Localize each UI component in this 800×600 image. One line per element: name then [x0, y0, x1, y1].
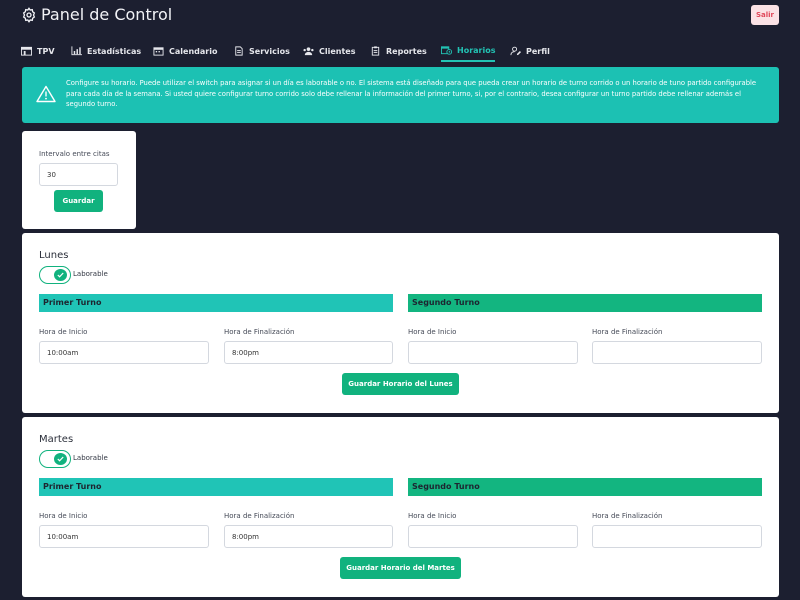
user-edit-icon [510, 46, 521, 56]
document-icon [235, 46, 243, 56]
laborable-label: Laborable [73, 454, 108, 462]
save-martes-button[interactable]: Guardar Horario del Martes [340, 557, 461, 579]
check-icon [57, 456, 64, 462]
day-title: Lunes [39, 250, 69, 261]
intervalo-card: Intervalo entre citas Guardar [22, 131, 136, 229]
segundo-fin-input[interactable] [592, 341, 762, 364]
nav-label: Estadísticas [87, 46, 142, 56]
primer-inicio-label: Hora de Inicio [39, 512, 88, 520]
segundo-turno-header: Segundo Turno [408, 478, 762, 496]
laborable-toggle[interactable] [39, 266, 71, 284]
nav-item-servicios[interactable]: Servicios [233, 40, 290, 62]
segundo-inicio-input[interactable] [408, 341, 578, 364]
nav-label: TPV [37, 46, 55, 56]
calendar-clock-icon [441, 46, 452, 55]
save-intervalo-button[interactable]: Guardar [54, 190, 103, 212]
intervalo-label: Intervalo entre citas [39, 150, 110, 158]
nav-label: Calendario [169, 46, 218, 56]
store-icon [21, 46, 32, 56]
primer-fin-label: Hora de Finalización [224, 328, 295, 336]
laborable-toggle[interactable] [39, 450, 71, 468]
gear-icon [22, 6, 36, 23]
segundo-inicio-label: Hora de Inicio [408, 512, 457, 520]
warning-icon [36, 85, 56, 103]
segundo-fin-input[interactable] [592, 525, 762, 548]
intervalo-input[interactable] [39, 163, 118, 186]
nav-label: Horarios [457, 45, 496, 55]
top-bar: Panel de Control Salir [0, 0, 800, 34]
users-icon [303, 47, 314, 56]
nav-item-estadisticas[interactable]: Estadísticas [71, 40, 141, 62]
day-card-martes: Martes Laborable Primer Turno Segundo Tu… [22, 417, 779, 597]
toggle-knob [54, 453, 67, 465]
nav-label: Clientes [319, 46, 356, 56]
primer-turno-header: Primer Turno [39, 294, 393, 312]
nav-item-reportes[interactable]: Reportes [370, 40, 427, 62]
nav-label: Servicios [249, 46, 290, 56]
info-alert: Configure su horario. Puede utilizar el … [22, 67, 779, 123]
segundo-fin-label: Hora de Finalización [592, 328, 663, 336]
segundo-turno-header: Segundo Turno [408, 294, 762, 312]
save-lunes-button[interactable]: Guardar Horario del Lunes [342, 373, 459, 395]
laborable-label: Laborable [73, 270, 108, 278]
primer-inicio-input[interactable] [39, 341, 209, 364]
chart-icon [71, 46, 82, 56]
day-card-lunes: Lunes Laborable Primer Turno Segundo Tur… [22, 233, 779, 413]
segundo-inicio-label: Hora de Inicio [408, 328, 457, 336]
main-nav: TPV Estadísticas Calendario Servicios Cl… [0, 40, 800, 62]
primer-inicio-label: Hora de Inicio [39, 328, 88, 336]
segundo-inicio-input[interactable] [408, 525, 578, 548]
clipboard-icon [371, 46, 380, 56]
nav-label: Perfil [526, 46, 550, 56]
nav-item-perfil[interactable]: Perfil [510, 40, 550, 62]
primer-fin-label: Hora de Finalización [224, 512, 295, 520]
nav-label: Reportes [386, 46, 427, 56]
nav-item-tpv[interactable]: TPV [21, 40, 55, 62]
primer-turno-header: Primer Turno [39, 478, 393, 496]
tab-horarios[interactable]: Horarios [441, 40, 496, 62]
segundo-fin-label: Hora de Finalización [592, 512, 663, 520]
primer-inicio-input[interactable] [39, 525, 209, 548]
toggle-knob [54, 269, 67, 281]
alert-text: Configure su horario. Puede utilizar el … [66, 79, 757, 109]
nav-item-calendario[interactable]: Calendario [153, 40, 217, 62]
calendar-icon [153, 47, 164, 56]
page-title: Panel de Control [41, 5, 173, 24]
primer-fin-input[interactable] [224, 341, 393, 364]
day-title: Martes [39, 434, 74, 445]
primer-fin-input[interactable] [224, 525, 393, 548]
nav-item-clientes[interactable]: Clientes [303, 40, 356, 62]
brand: Panel de Control [21, 5, 172, 24]
check-icon [57, 272, 64, 278]
logout-button[interactable]: Salir [751, 5, 779, 25]
